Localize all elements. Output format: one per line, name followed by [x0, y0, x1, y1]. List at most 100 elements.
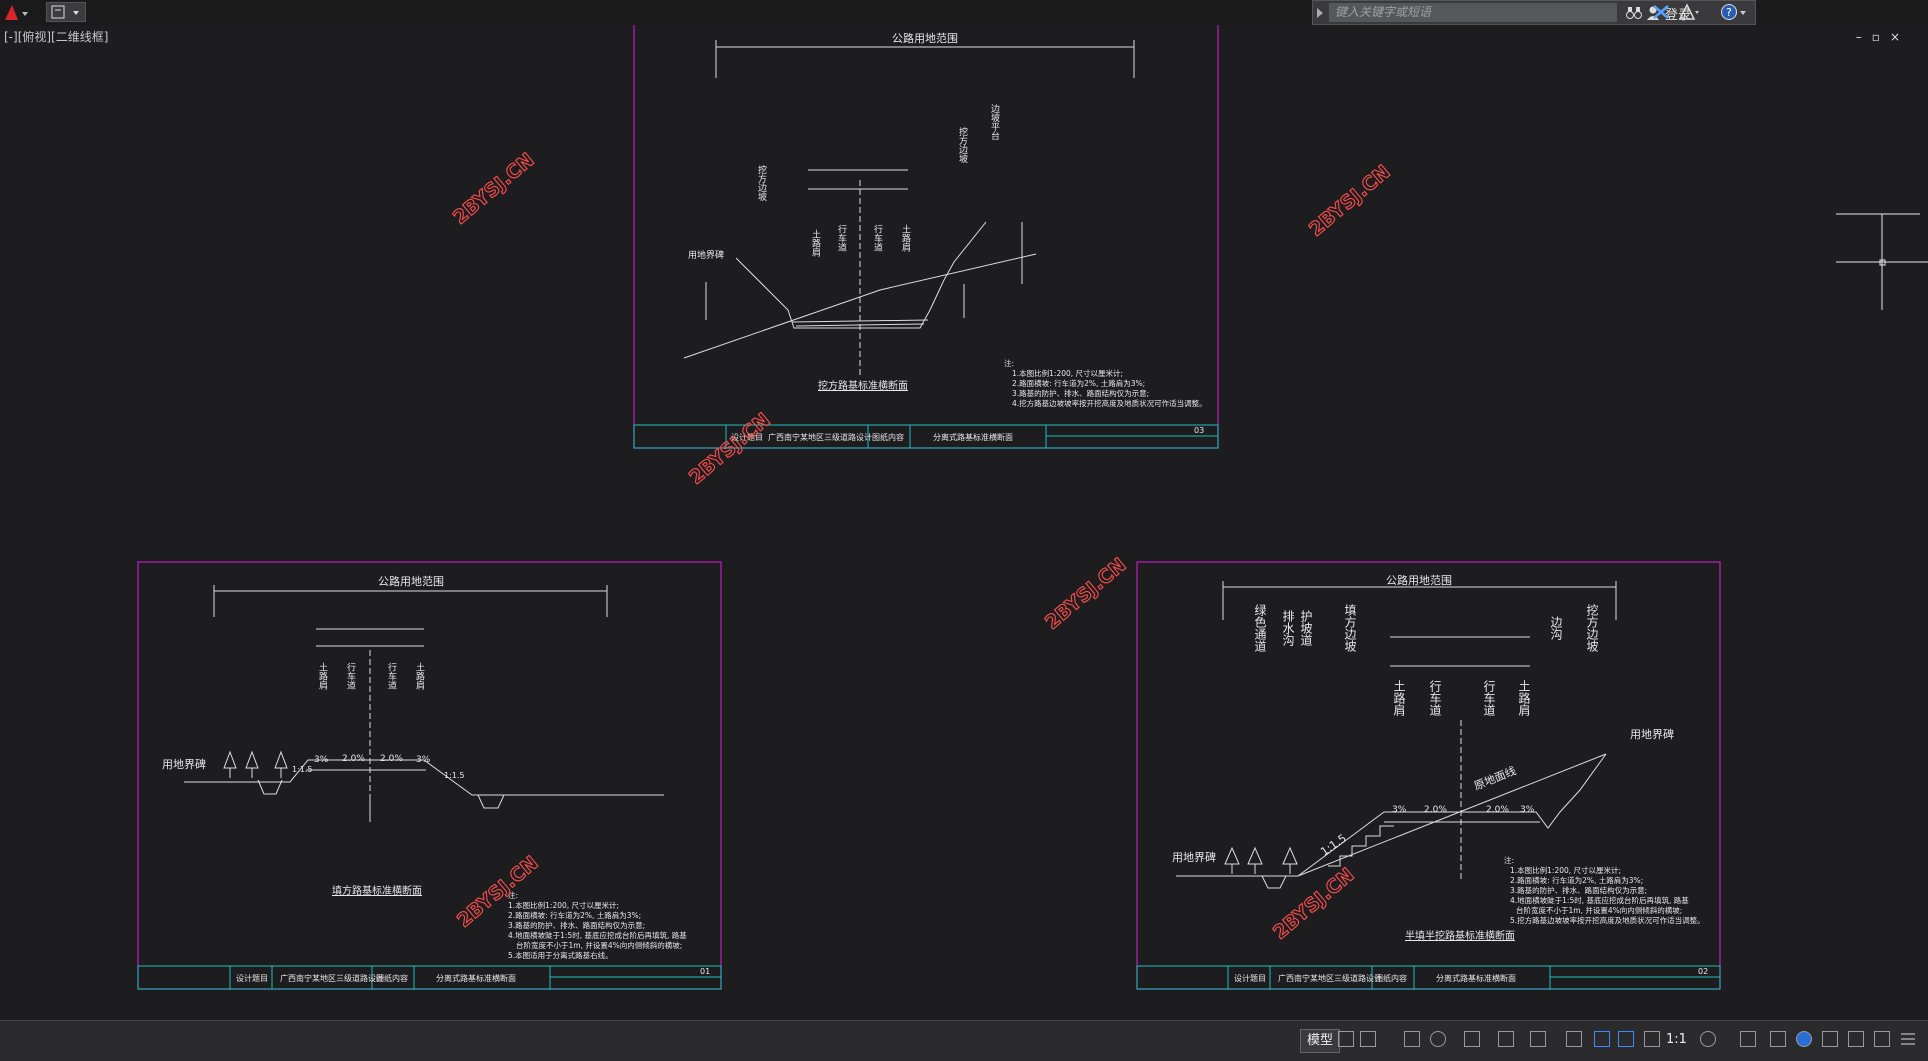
note-line: 台阶宽度不小于1m, 并设置4%向内侧倾斜的横坡;: [1516, 905, 1682, 915]
a360-icon[interactable]: [1678, 3, 1700, 21]
plus-icon[interactable]: [1740, 1031, 1756, 1047]
exchange-icon[interactable]: [1652, 4, 1670, 20]
road-label: 土路肩: [1392, 680, 1406, 717]
road-label: 土路肩: [900, 223, 911, 252]
note-line: 3.路基的防护、排水、路面结构仅为示意;: [1012, 388, 1149, 398]
title-block-page: 01: [700, 967, 710, 976]
title-block-label: 设计题目: [1234, 973, 1266, 983]
title-block-project: 广西南宁某地区三级道路设计: [1278, 973, 1382, 983]
isolate-icon[interactable]: [1770, 1031, 1786, 1047]
sheet-left: 公路用地范围 土路肩 行车道 行车道 土路肩 用地界碑 3% 2.0% 2.0%…: [137, 561, 722, 990]
help-icon[interactable]: ?: [1720, 3, 1748, 21]
road-label: 边沟: [1549, 616, 1563, 640]
expand-arrow-icon[interactable]: [1315, 7, 1325, 19]
note-line: 1.本图比例1:200, 尺寸以厘米计;: [508, 900, 619, 910]
header-label: 公路用地范围: [378, 574, 444, 588]
annotation-icon[interactable]: [1594, 1031, 1610, 1047]
fullscreen-icon[interactable]: [1874, 1031, 1890, 1047]
watermark: 2BYSJ.CN: [449, 149, 538, 229]
title-block-label: 图纸内容: [376, 973, 408, 983]
title-bar: 键入关键字或短语 登录 ?: [0, 0, 1928, 25]
note-line: 注:: [1504, 855, 1514, 865]
note-line: 3.路基的防护、排水、路面结构仅为示意;: [1510, 885, 1647, 895]
search-input[interactable]: 键入关键字或短语: [1329, 3, 1617, 22]
note-line: 注:: [1004, 358, 1014, 368]
svg-text:?: ?: [1726, 6, 1732, 19]
title-block-content: 分离式路基标准横断面: [436, 973, 516, 983]
osnap-icon[interactable]: [1464, 1031, 1480, 1047]
road-label: 边坡平台: [989, 104, 1000, 141]
cleanscreen-icon[interactable]: [1848, 1031, 1864, 1047]
note-line: 5.本图适用于分离式路基右线。: [508, 950, 613, 960]
status-bar: 模型 1:1: [0, 1020, 1928, 1061]
title-block-page: 02: [1698, 967, 1708, 976]
road-label: 行车道: [836, 223, 847, 252]
note-line: 5.挖方路基边坡坡率按开挖高度及地质状况可作适当调整。: [1510, 915, 1705, 925]
menu-icon[interactable]: [1900, 1031, 1916, 1047]
note-line: 2.路面横坡: 行车道为2%, 土路肩为3%;: [508, 910, 641, 920]
grid-icon[interactable]: [1338, 1031, 1354, 1047]
road-label: 土路肩: [810, 228, 821, 257]
title-block-page: 03: [1194, 426, 1204, 435]
otrack-icon[interactable]: [1498, 1031, 1514, 1047]
autocad-logo-icon[interactable]: [2, 2, 42, 22]
note-line: 4.地面横坡陡于1:5时, 基底应挖成台阶后再填筑, 路基: [1510, 895, 1689, 905]
hardware-accel-icon[interactable]: [1796, 1031, 1812, 1047]
sheet-top: 公路用地范围 土路肩 行车道 行车道 土路肩 挖方边坡 挖方边坡 边坡平台 用地…: [633, 25, 1219, 449]
title-block-label: 图纸内容: [1375, 973, 1407, 983]
slope-label: 3%: [1392, 805, 1407, 815]
model-tab[interactable]: 模型: [1300, 1029, 1341, 1053]
road-label: 行车道: [386, 661, 397, 690]
crosshair-cursor: [1836, 213, 1928, 310]
boundary-marker-label: 用地界碑: [162, 758, 206, 771]
slope-label: 3%: [1520, 805, 1535, 815]
quick-access-button[interactable]: [46, 2, 86, 22]
road-label: 绿色通道: [1253, 603, 1267, 652]
road-label: 行车道: [872, 223, 883, 252]
drawing-canvas[interactable]: 公路用地范围 土路肩 行车道 行车道 土路肩 挖方边坡 挖方边坡 边坡平台 用地…: [0, 25, 1928, 1020]
title-block-project: 广西南宁某地区三级道路设计: [280, 973, 384, 983]
section-title: 挖方路基标准横断面: [818, 379, 908, 392]
gear-icon[interactable]: [1700, 1031, 1716, 1047]
note-line: 1.本图比例1:200, 尺寸以厘米计;: [1012, 368, 1123, 378]
watermark: 2BYSJ.CN: [685, 409, 774, 489]
road-label: 行车道: [1482, 680, 1496, 716]
note-line: 2.路面横坡: 行车道为2%, 土路肩为3%;: [1510, 875, 1643, 885]
title-block-content: 分离式路基标准横断面: [933, 432, 1013, 442]
boundary-marker-label: 用地界碑: [1630, 728, 1674, 741]
header-label: 公路用地范围: [892, 31, 958, 45]
workspace-icon[interactable]: [1644, 1031, 1660, 1047]
slope-label: 2.0%: [1424, 805, 1447, 815]
road-label: 填方边坡: [1343, 604, 1357, 652]
slope-label: 3%: [416, 755, 431, 765]
road-label: 排水沟: [1281, 610, 1295, 646]
road-label: 土路肩: [317, 661, 328, 690]
title-block-project: 广西南宁某地区三级道路设计: [768, 432, 872, 442]
binoculars-icon[interactable]: [1625, 5, 1643, 21]
title-block-label: 设计题目: [236, 973, 268, 983]
note-line: 4.地面横坡陡于1:5时, 基底应挖成台阶后再填筑, 路基: [508, 930, 687, 940]
road-label: 土路肩: [414, 661, 425, 690]
slope-label: 2.0%: [342, 754, 365, 764]
note-line: 3.路基的防护、排水、路面结构仅为示意;: [508, 920, 645, 930]
road-label: 土路肩: [1517, 680, 1531, 717]
ground-line-label: 原地面线: [1472, 763, 1518, 792]
road-label: 挖方边坡: [756, 164, 767, 202]
clean-screen-icon[interactable]: [1822, 1031, 1838, 1047]
ortho-icon[interactable]: [1404, 1031, 1420, 1047]
watermark: 2BYSJ.CN: [1305, 161, 1394, 241]
slope-label: 2.0%: [1486, 805, 1509, 815]
snap-icon[interactable]: [1360, 1031, 1376, 1047]
slope-label: 1:1.5: [1318, 832, 1349, 859]
slope-label: 2.0%: [380, 754, 403, 764]
watermark: 2BYSJ.CN: [1041, 554, 1130, 634]
annotation-visibility-icon[interactable]: [1618, 1031, 1634, 1047]
slope-label: 3%: [314, 755, 329, 765]
annotation-scale[interactable]: 1:1: [1666, 1029, 1687, 1051]
lineweight-icon[interactable]: [1566, 1031, 1582, 1047]
section-title: 填方路基标准横断面: [332, 884, 422, 897]
title-block-label: 图纸内容: [872, 432, 904, 442]
road-label: 护坡道: [1299, 610, 1313, 646]
polar-icon[interactable]: [1430, 1031, 1446, 1047]
ucs-icon[interactable]: [1530, 1031, 1546, 1047]
